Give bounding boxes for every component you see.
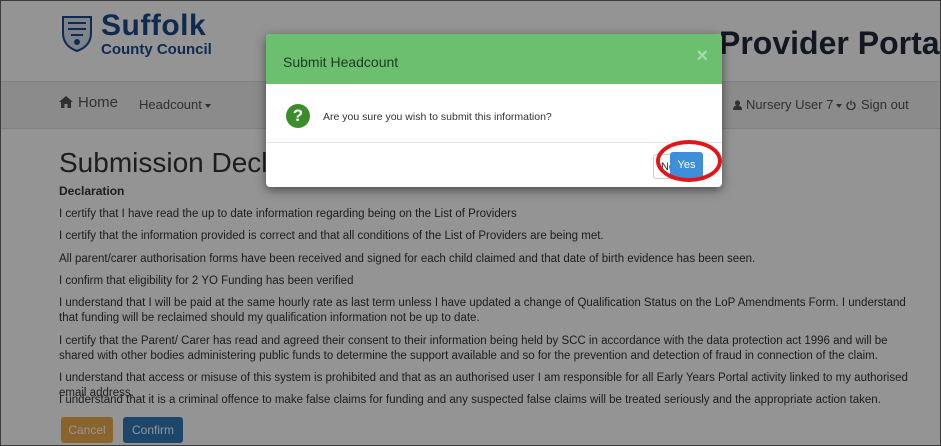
highlight-circle xyxy=(656,140,722,182)
dialog-body: ? Are you sure you wish to submit this i… xyxy=(266,84,722,143)
dialog-title: Submit Headcount xyxy=(283,54,399,70)
close-icon[interactable]: × xyxy=(696,46,708,66)
app-frame: Suffolk County Council Provider Portal H… xyxy=(0,0,941,446)
dialog-message: Are you sure you wish to submit this inf… xyxy=(323,111,552,123)
question-icon: ? xyxy=(286,104,310,128)
dialog-header: Submit Headcount × xyxy=(266,34,722,84)
submit-headcount-dialog: Submit Headcount × ? Are you sure you wi… xyxy=(266,34,722,187)
